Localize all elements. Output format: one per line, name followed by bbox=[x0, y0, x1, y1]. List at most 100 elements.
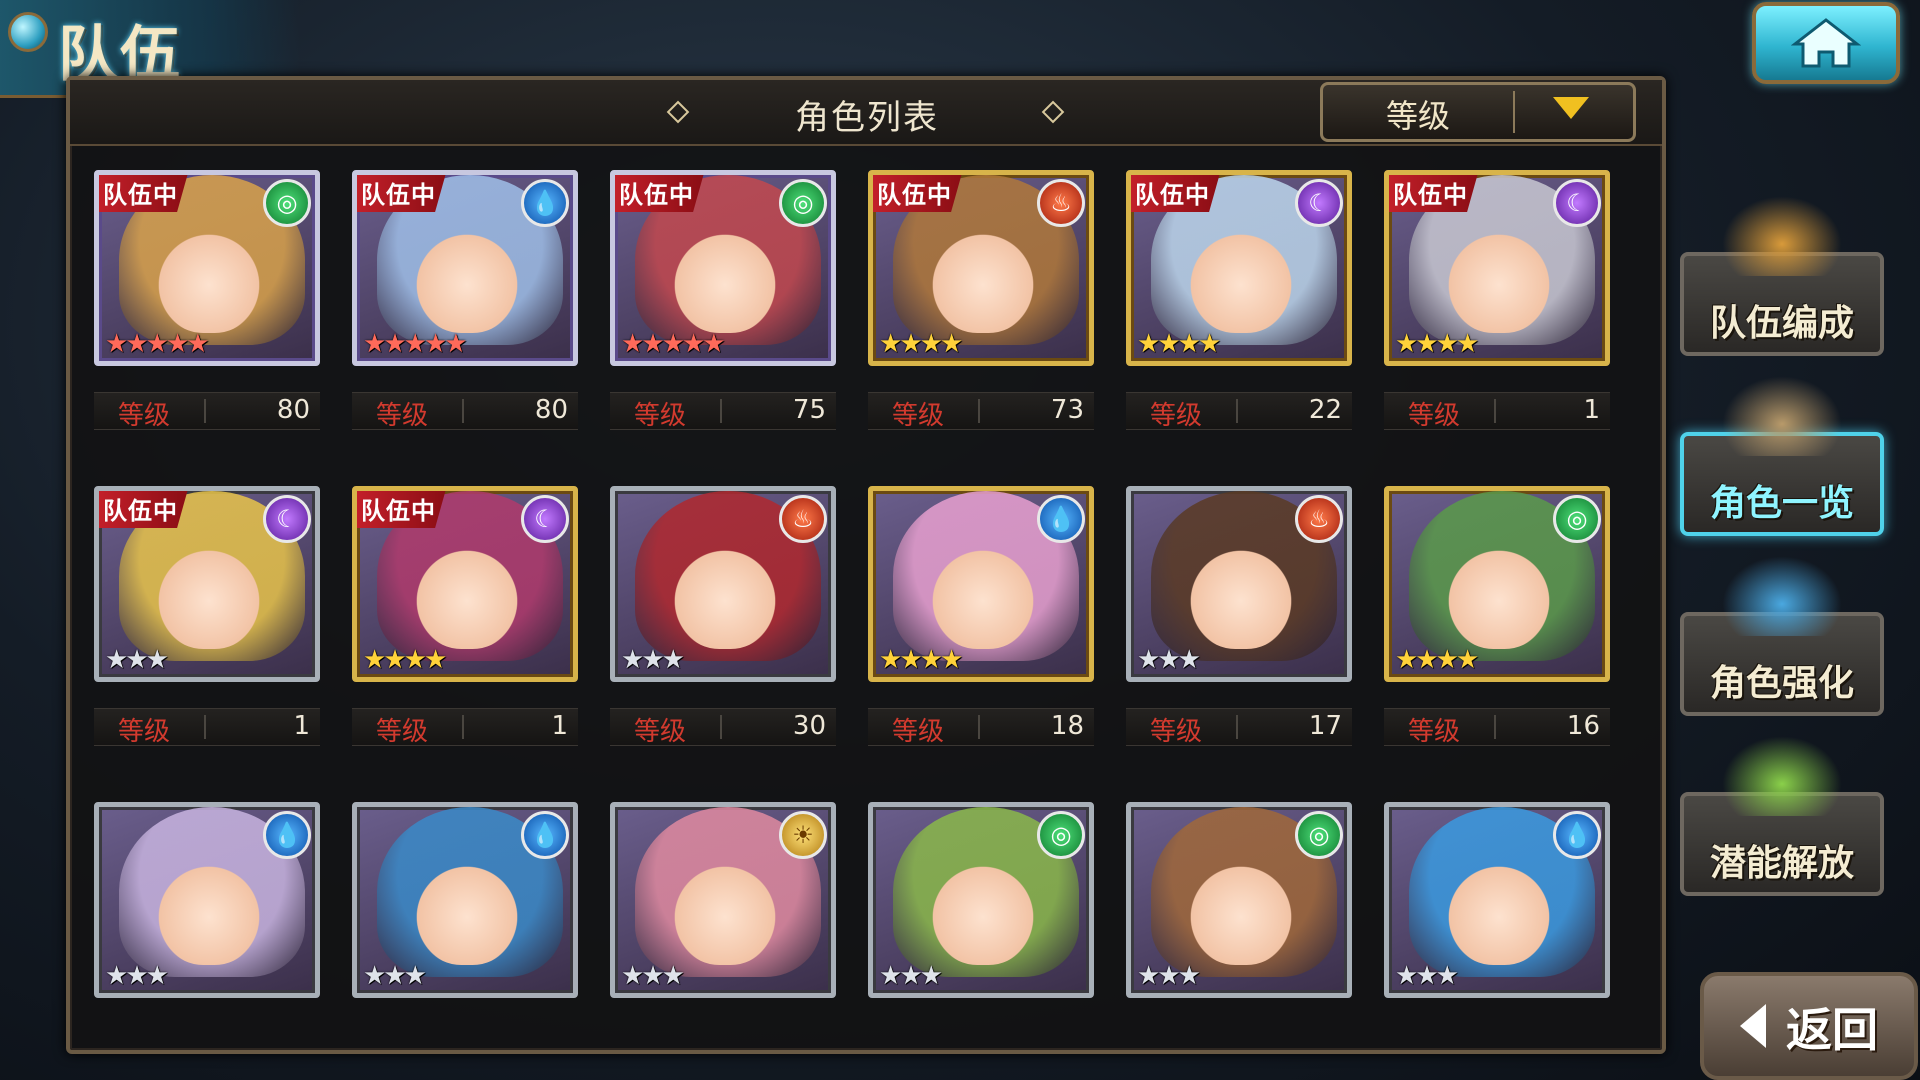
character-card[interactable]: 💧 ★★★ bbox=[352, 802, 578, 998]
star-icon: ★ bbox=[145, 645, 169, 675]
character-card[interactable]: 队伍中 ☾ ★★★★ 等级 22 bbox=[1126, 170, 1352, 431]
side-menu-label: 潜能解放 bbox=[1709, 843, 1854, 884]
star-icon: ★ bbox=[105, 961, 128, 991]
star-icon: ★ bbox=[1435, 329, 1459, 359]
star-icon: ★ bbox=[444, 329, 467, 359]
star-icon: ★ bbox=[1137, 961, 1160, 991]
level-label: 等级 bbox=[1408, 401, 1461, 431]
character-portrait[interactable]: 队伍中 ☾ ★★★★ bbox=[352, 486, 578, 682]
character-portrait[interactable]: 队伍中 ♨ ★★★★ bbox=[868, 170, 1094, 366]
in-team-badge: 队伍中 bbox=[99, 175, 188, 212]
star-icon: ★ bbox=[423, 329, 447, 359]
level-label: 等级 bbox=[1408, 717, 1461, 747]
water-element-icon: 💧 bbox=[521, 179, 569, 227]
character-face-art bbox=[670, 845, 780, 965]
star-icon: ★ bbox=[879, 961, 902, 991]
level-separator bbox=[978, 399, 980, 423]
rarity-stars: ★★★★ bbox=[363, 645, 447, 675]
home-icon bbox=[1791, 18, 1861, 68]
character-card[interactable]: ◎ ★★★ bbox=[868, 802, 1094, 998]
side-menu-button[interactable]: 潜能解放 bbox=[1680, 736, 1884, 896]
panel-title: 角色列表 bbox=[795, 98, 939, 138]
enhance-icon bbox=[1722, 556, 1842, 636]
level-value: 30 bbox=[792, 711, 826, 741]
wind-element-icon: ◎ bbox=[779, 179, 827, 227]
star-icon: ★ bbox=[939, 645, 963, 675]
chevron-down-icon[interactable] bbox=[1553, 97, 1589, 119]
star-icon: ★ bbox=[621, 961, 644, 991]
fire-element-icon: ♨ bbox=[779, 495, 827, 543]
wind-element-icon: ◎ bbox=[1553, 495, 1601, 543]
character-portrait[interactable]: 队伍中 ☾ ★★★ bbox=[94, 486, 320, 682]
star-icon: ★ bbox=[1177, 329, 1201, 359]
star-icon: ★ bbox=[661, 645, 685, 675]
side-menu-button[interactable]: 角色强化 bbox=[1680, 556, 1884, 716]
back-label: 返回 bbox=[1786, 1003, 1878, 1057]
in-team-badge: 队伍中 bbox=[357, 175, 446, 212]
character-portrait[interactable]: 💧 ★★★ bbox=[352, 802, 578, 998]
character-card[interactable]: 队伍中 ♨ ★★★★ 等级 73 bbox=[868, 170, 1094, 431]
star-icon: ★ bbox=[1197, 329, 1221, 359]
character-card[interactable]: ☀ ★★★ bbox=[610, 802, 836, 998]
character-portrait[interactable]: 💧 ★★★★ bbox=[868, 486, 1094, 682]
level-value: 1 bbox=[1583, 395, 1600, 425]
home-button[interactable] bbox=[1752, 2, 1900, 84]
level-separator bbox=[462, 399, 464, 423]
character-card[interactable]: 队伍中 ☾ ★★★★ 等级 1 bbox=[1384, 170, 1610, 431]
level-label: 等级 bbox=[634, 717, 687, 747]
level-bar: 等级 73 bbox=[868, 392, 1094, 431]
character-portrait[interactable]: ◎ ★★★★ bbox=[1384, 486, 1610, 682]
water-element-icon: 💧 bbox=[521, 811, 569, 859]
character-portrait[interactable]: 队伍中 ☾ ★★★★ bbox=[1126, 170, 1352, 366]
level-label: 等级 bbox=[1150, 401, 1203, 431]
side-menu-label: 角色一览 bbox=[1709, 483, 1854, 524]
level-separator bbox=[204, 715, 206, 739]
level-bar: 等级 75 bbox=[610, 392, 836, 431]
star-icon: ★ bbox=[621, 329, 644, 359]
back-button[interactable]: 返回 bbox=[1700, 972, 1918, 1080]
character-card[interactable]: 💧 ★★★★ 等级 18 bbox=[868, 486, 1094, 747]
character-portrait[interactable]: ♨ ★★★ bbox=[610, 486, 836, 682]
character-card[interactable]: 队伍中 ☾ ★★★★ 等级 1 bbox=[352, 486, 578, 747]
character-portrait[interactable]: ♨ ★★★ bbox=[1126, 486, 1352, 682]
character-card[interactable]: 队伍中 💧 ★★★★★ 等级 80 bbox=[352, 170, 578, 431]
level-separator bbox=[1494, 399, 1496, 423]
star-icon: ★ bbox=[899, 329, 922, 359]
character-portrait[interactable]: ◎ ★★★ bbox=[1126, 802, 1352, 998]
character-card[interactable]: 💧 ★★★ bbox=[1384, 802, 1610, 998]
character-portrait[interactable]: ☀ ★★★ bbox=[610, 802, 836, 998]
character-card[interactable]: 队伍中 ☾ ★★★ 等级 1 bbox=[94, 486, 320, 747]
star-icon: ★ bbox=[363, 329, 386, 359]
rarity-stars: ★★★ bbox=[1137, 645, 1201, 675]
star-icon: ★ bbox=[105, 329, 128, 359]
side-menu-label: 角色强化 bbox=[1709, 663, 1854, 704]
star-icon: ★ bbox=[1157, 329, 1180, 359]
character-card[interactable]: ◎ ★★★★ 等级 16 bbox=[1384, 486, 1610, 747]
side-menu-button[interactable]: 队伍编成 bbox=[1680, 196, 1884, 356]
wind-element-icon: ◎ bbox=[1037, 811, 1085, 859]
character-portrait[interactable]: 队伍中 ◎ ★★★★★ bbox=[610, 170, 836, 366]
character-card[interactable]: 💧 ★★★ bbox=[94, 802, 320, 998]
character-card[interactable]: 队伍中 ◎ ★★★★★ 等级 80 bbox=[94, 170, 320, 431]
sort-dropdown[interactable]: 等级 bbox=[1320, 82, 1636, 142]
level-value: 17 bbox=[1308, 711, 1342, 741]
character-card[interactable]: 队伍中 ◎ ★★★★★ 等级 75 bbox=[610, 170, 836, 431]
rarity-stars: ★★★ bbox=[105, 645, 169, 675]
level-separator bbox=[1236, 399, 1238, 423]
character-card[interactable]: ◎ ★★★ bbox=[1126, 802, 1352, 998]
character-portrait[interactable]: 队伍中 ☾ ★★★★ bbox=[1384, 170, 1610, 366]
character-portrait[interactable]: 💧 ★★★ bbox=[94, 802, 320, 998]
star-icon: ★ bbox=[919, 329, 943, 359]
character-portrait[interactable]: 队伍中 💧 ★★★★★ bbox=[352, 170, 578, 366]
character-card[interactable]: ♨ ★★★ 等级 17 bbox=[1126, 486, 1352, 747]
character-face-art bbox=[154, 529, 264, 649]
character-portrait[interactable]: 队伍中 ◎ ★★★★★ bbox=[94, 170, 320, 366]
character-card[interactable]: ♨ ★★★ 等级 30 bbox=[610, 486, 836, 747]
panel-header: 角色列表 等级 bbox=[70, 80, 1662, 146]
star-icon: ★ bbox=[403, 961, 427, 991]
star-icon: ★ bbox=[186, 329, 209, 359]
character-portrait[interactable]: ◎ ★★★ bbox=[868, 802, 1094, 998]
level-label: 等级 bbox=[634, 401, 687, 431]
side-menu-button[interactable]: 角色一览 bbox=[1680, 376, 1884, 536]
character-portrait[interactable]: 💧 ★★★ bbox=[1384, 802, 1610, 998]
